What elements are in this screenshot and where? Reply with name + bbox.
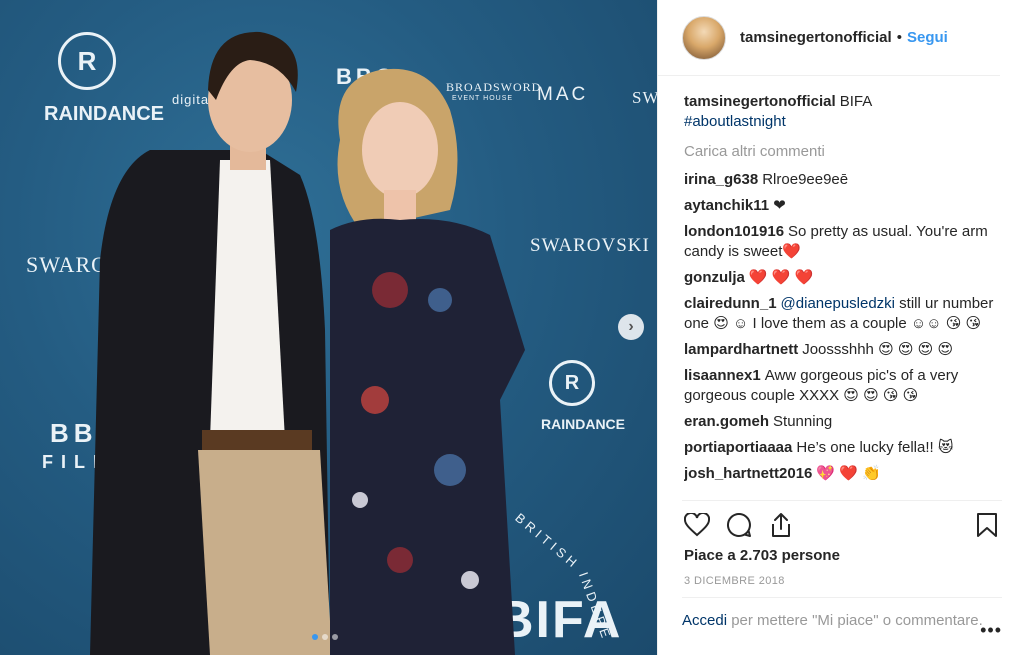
comment-text: 💖 ❤️ 👏 — [816, 465, 881, 482]
list-item: josh_hartnett2016 💖 ❤️ 👏 — [684, 464, 1004, 484]
post-details-panel: tamsinegertonofficial • Segui tamsineger… — [657, 0, 1024, 655]
list-item: irina_g638 Rlroe9ee9eē — [684, 170, 1004, 190]
load-more-comments-button[interactable]: Carica altri commenti — [684, 142, 1004, 162]
likes-count[interactable]: Piace a 2.703 persone — [684, 547, 840, 564]
comment-username[interactable]: josh_hartnett2016 — [684, 465, 812, 482]
caption-hashtag[interactable]: #aboutlastnight — [684, 113, 786, 130]
comment-username[interactable]: lampardhartnett — [684, 341, 798, 358]
heart-icon[interactable] — [682, 510, 712, 540]
comment-mention[interactable]: @dianepusledzki — [781, 295, 895, 312]
caption: tamsinegertonofficial BIFA #aboutlastnigh… — [684, 92, 1004, 132]
list-item: aytanchik11 ❤ — [684, 196, 1004, 216]
comment-username[interactable]: clairedunn_1 — [684, 295, 777, 312]
list-item: eran.gomeh Stunning — [684, 412, 1004, 432]
login-link[interactable]: Accedi — [682, 612, 727, 629]
carousel-dot-2 — [322, 634, 328, 640]
carousel-dot-1 — [312, 634, 318, 640]
comment-text: Stunning — [773, 413, 833, 430]
list-item: lampardhartnett Joossshhh 😍 😍 😍 😍 — [684, 340, 1004, 360]
list-item: lisaannex1 Aww gorgeous pic's of a very g… — [684, 366, 1004, 406]
list-item: portiaportiaaaa He’s one lucky fella!! 😻 — [684, 438, 1004, 458]
comments-list[interactable]: tamsinegertonofficial BIFA #aboutlastnigh… — [684, 92, 1004, 496]
sw-logo-text: SW — [632, 88, 657, 107]
woman-figure — [330, 68, 525, 655]
comment-username[interactable]: lisaannex1 — [684, 367, 761, 384]
carousel-dot-3 — [332, 634, 338, 640]
comment-text: He’s one lucky fella!! 😻 — [796, 439, 954, 456]
login-prompt: Accedi per mettere "Mi piace" o commenta… — [682, 597, 1002, 640]
chevron-right-icon[interactable]: › — [618, 314, 644, 340]
post-date[interactable]: 3 DICEMBRE 2018 — [684, 575, 785, 587]
header-separator: • — [896, 29, 902, 46]
caption-text: BIFA — [839, 93, 873, 110]
more-options-icon[interactable]: ••• — [980, 620, 1002, 640]
comment-username[interactable]: aytanchik11 — [684, 197, 769, 214]
comment-text: ❤️ ❤️ ❤️ — [748, 269, 814, 286]
comment-text: ❤ — [773, 197, 786, 214]
comment-username[interactable]: gonzulja — [684, 269, 745, 286]
share-icon[interactable] — [766, 510, 796, 540]
avatar[interactable] — [682, 15, 726, 60]
comment-username[interactable]: london101916 — [684, 223, 784, 240]
comment-username[interactable]: irina_g638 — [684, 171, 758, 188]
carousel-indicator — [312, 634, 338, 640]
post-photo[interactable]: R RAINDANCE digital cin BBC BROADSWORD E… — [0, 0, 657, 655]
follow-button[interactable]: Segui — [907, 29, 948, 46]
header-username[interactable]: tamsinegertonofficial — [740, 29, 892, 46]
list-item: gonzulja ❤️ ❤️ ❤️ — [684, 268, 1004, 288]
comment-bubble-icon[interactable] — [724, 510, 754, 540]
comment-text: Rlroe9ee9eē — [762, 171, 849, 188]
post-actions — [682, 500, 1002, 548]
comment-username[interactable]: eran.gomeh — [684, 413, 769, 430]
comment-text: Joossshhh 😍 😍 😍 😍 — [802, 341, 954, 358]
login-prompt-text: per mettere "Mi piace" o commentare. — [727, 612, 983, 629]
comment-username[interactable]: portiaportiaaaa — [684, 439, 792, 456]
post-header: tamsinegertonofficial • Segui — [658, 0, 1000, 76]
caption-username[interactable]: tamsinegertonofficial — [684, 93, 836, 110]
list-item: london101916 So pretty as usual. You're a… — [684, 222, 1004, 262]
list-item: clairedunn_1 @dianepusledzki still ur num… — [684, 294, 1004, 334]
bookmark-icon[interactable] — [972, 510, 1002, 540]
